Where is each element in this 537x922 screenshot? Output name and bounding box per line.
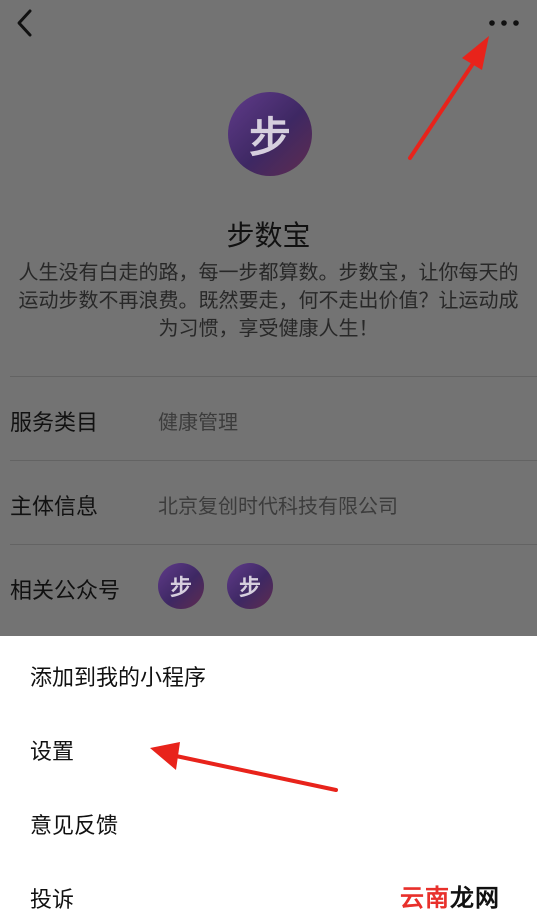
- watermark-part-1: 云南: [400, 884, 450, 912]
- settings-item[interactable]: 设置: [30, 734, 74, 766]
- watermark-part-2: 龙网: [450, 884, 500, 912]
- entity-info-label: 主体信息: [10, 495, 99, 520]
- divider: [10, 544, 537, 545]
- service-category-value: 健康管理: [158, 410, 238, 434]
- app-logo: 步: [228, 92, 312, 176]
- service-category-label: 服务类目: [10, 411, 99, 436]
- entity-info-value: 北京复创时代科技有限公司: [158, 494, 398, 518]
- app-name: 步数宝: [226, 219, 311, 252]
- divider: [10, 376, 537, 377]
- feedback-item[interactable]: 意见反馈: [30, 808, 118, 840]
- related-accounts-label: 相关公众号: [10, 579, 121, 604]
- mini-program-profile-page: 步 步数宝 人生没有白走的路，每一步都算数。步数宝，让你每天的运动步数不再浪费。…: [0, 0, 537, 636]
- app-description: 人生没有白走的路，每一步都算数。步数宝，让你每天的运动步数不再浪费。既然要走，何…: [18, 260, 519, 340]
- add-to-my-mini-programs-item[interactable]: 添加到我的小程序: [30, 660, 206, 692]
- related-account-avatar[interactable]: 步: [158, 563, 204, 609]
- more-dots-icon[interactable]: [484, 8, 524, 38]
- divider: [10, 460, 537, 461]
- back-chevron-icon[interactable]: [10, 6, 44, 40]
- complaint-item[interactable]: 投诉: [30, 882, 74, 914]
- related-account-avatar[interactable]: 步: [227, 563, 273, 609]
- watermark: 云南龙网: [400, 878, 500, 913]
